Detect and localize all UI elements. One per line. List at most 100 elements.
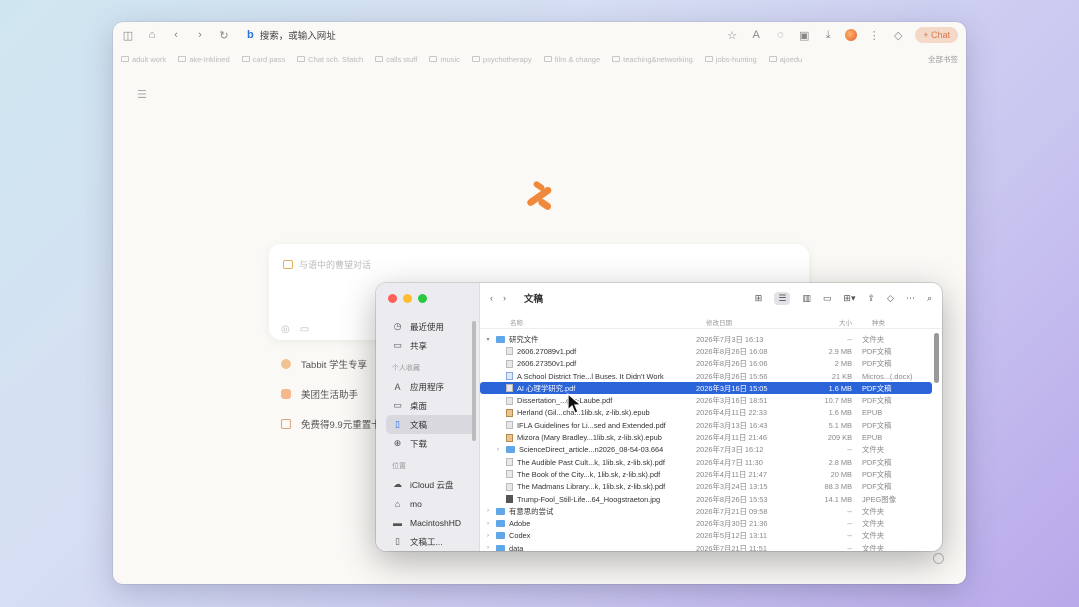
- promo-item[interactable]: 美团生活助手: [281, 379, 381, 409]
- file-row[interactable]: 2606.27350v1.pdf 2026年8月26日 16:06 2 MB PDF文…: [480, 358, 932, 370]
- forward-icon[interactable]: ›: [193, 28, 207, 42]
- bookmark-label: psychotherapy: [482, 54, 532, 64]
- sidebar-item[interactable]: ☁ iCloud 云盘: [386, 475, 476, 494]
- search-icon[interactable]: ⌕: [927, 293, 932, 304]
- bookmark-folder[interactable]: psychotherapy: [471, 54, 532, 64]
- bookmark-folder[interactable]: Chat sch. Sfatch: [297, 55, 363, 64]
- bookmark-folder[interactable]: ajoedu: [768, 55, 802, 64]
- chat-placeholder: 与语中的曹望对话: [299, 260, 372, 270]
- file-row[interactable]: › Codex 2026年5月12日 13:11 -- 文件夹: [480, 530, 932, 542]
- column-name[interactable]: 名称: [480, 317, 696, 328]
- globe-icon[interactable]: ◎: [281, 324, 290, 335]
- minimize-window-button[interactable]: [403, 294, 412, 303]
- bookmark-folder[interactable]: teaching&networking: [612, 55, 693, 64]
- zoom-window-button[interactable]: [418, 294, 427, 303]
- gallery-view-icon[interactable]: ▭: [823, 293, 832, 304]
- bulb-icon[interactable]: ◇: [891, 28, 905, 42]
- list-icon[interactable]: ☰: [137, 88, 147, 101]
- sidebar-item[interactable]: ◷ 最近使用: [386, 317, 476, 336]
- all-bookmarks-label: 全部书签: [928, 54, 958, 64]
- file-row[interactable]: IFLA Guidelines for Li...sed and Extende…: [480, 419, 932, 431]
- sidebar-item[interactable]: ▯ 文稿: [386, 415, 476, 434]
- file-row[interactable]: › data 2026年7月21日 11:51 -- 文件夹: [480, 542, 932, 551]
- sidebar-item[interactable]: ▯ 文稿工...: [386, 532, 476, 551]
- bookmark-folder[interactable]: calls stuff: [375, 55, 417, 64]
- file-kind: Micros...(.docx): [862, 371, 913, 381]
- file-row[interactable]: Dissertation_...ger-Laube.pdf 2026年3月16日 …: [480, 394, 932, 406]
- promo-item[interactable]: 免费得9.9元重置卡: [281, 409, 381, 439]
- file-row[interactable]: › Adobe 2026年3月30日 21:36 -- 文件夹: [480, 517, 932, 529]
- download-icon[interactable]: ⤓: [821, 28, 835, 42]
- bookmark-folder[interactable]: adult work: [121, 55, 166, 64]
- sidebar-scrollbar[interactable]: [472, 321, 476, 441]
- icon-view-icon[interactable]: ⊞: [755, 293, 763, 304]
- disclosure-icon[interactable]: ›: [494, 447, 502, 453]
- profile-avatar[interactable]: [845, 29, 858, 41]
- column-size[interactable]: 大小: [804, 317, 852, 328]
- file-list-scrollbar[interactable]: [934, 333, 939, 383]
- bookmark-folder[interactable]: music: [429, 55, 460, 64]
- chat-button[interactable]: + Chat: [915, 27, 958, 43]
- disclosure-icon[interactable]: ›: [484, 508, 492, 514]
- sidebar-item[interactable]: ⊕ 下载: [386, 434, 476, 453]
- file-row[interactable]: The Audible Past Cult...k, 1lib.sk, z-li…: [480, 456, 932, 468]
- share-icon[interactable]: ⇪: [867, 293, 875, 304]
- tag-icon[interactable]: ◇: [887, 293, 894, 304]
- sidebar-item[interactable]: ▬ MacintoshHD: [386, 513, 476, 532]
- file-name: A School District Trie...l Buses. It Did…: [517, 371, 664, 381]
- disclosure-icon[interactable]: ›: [484, 521, 492, 527]
- forward-icon[interactable]: ›: [503, 293, 506, 303]
- star-icon[interactable]: ☆: [725, 28, 739, 42]
- sidebar-panel-icon[interactable]: ◫: [121, 28, 135, 42]
- bookmark-label: calls stuff: [386, 54, 418, 64]
- file-row[interactable]: Trump-Fool_Still-Life...64_Hoogstraeton.…: [480, 493, 932, 505]
- bookmark-folder[interactable]: card pass: [241, 55, 285, 64]
- sidebar-item[interactable]: ▭ 桌面: [386, 396, 476, 415]
- bookmark-folder[interactable]: ake-Inklined: [178, 55, 230, 64]
- home-icon[interactable]: ⌂: [145, 28, 159, 42]
- location-icon[interactable]: ◌: [773, 28, 787, 42]
- sidebar-item[interactable]: ⌂ mo: [386, 494, 476, 513]
- list-view-icon[interactable]: ☰: [774, 291, 791, 305]
- group-icon[interactable]: ⊞▾: [843, 293, 855, 304]
- column-view-icon[interactable]: ▥: [802, 293, 811, 304]
- file-row[interactable]: Herland (Gil...cha...1lib.sk, z-lib.sk).…: [480, 407, 932, 419]
- disclosure-icon[interactable]: ›: [484, 545, 492, 551]
- settings-icon[interactable]: [933, 553, 944, 564]
- close-window-button[interactable]: [388, 294, 397, 303]
- file-row[interactable]: The Book of the City...k, 1lib.sk, z-lib…: [480, 468, 932, 480]
- attach-icon[interactable]: ▭: [300, 324, 309, 335]
- column-date[interactable]: 修改日期: [696, 317, 804, 328]
- file-row[interactable]: › ScienceDirect_article...n2026_08-54-03.…: [480, 444, 932, 456]
- back-icon[interactable]: ‹: [490, 293, 493, 303]
- extension-icon[interactable]: ▣: [797, 28, 811, 42]
- sidebar-item[interactable]: A 应用程序: [386, 377, 476, 396]
- file-row[interactable]: ▾ 研究文件 2026年7月3日 16:13 -- 文件夹: [480, 333, 932, 345]
- file-row[interactable]: The Madmans Library...k, 1lib.sk, z-lib.…: [480, 481, 932, 493]
- file-row[interactable]: AI 心理学研究.pdf 2026年3月16日 15:05 1.6 MB PDF文稿: [480, 382, 932, 395]
- menu-icon[interactable]: ⋮: [867, 28, 881, 42]
- file-row[interactable]: 2606.27089v1.pdf 2026年8月26日 16:08 2.9 MB PD…: [480, 345, 932, 357]
- file-kind: 文件夹: [862, 334, 885, 344]
- address-bar[interactable]: b 搜索，或输入网址: [247, 28, 715, 42]
- bookmark-folder[interactable]: jobs-hunting: [704, 55, 757, 64]
- disclosure-icon[interactable]: ▾: [484, 336, 492, 343]
- sidebar-item-label: MacintoshHD: [410, 517, 462, 528]
- promo-item[interactable]: Tabbit 学生专享: [281, 349, 381, 379]
- back-icon[interactable]: ‹: [169, 28, 183, 42]
- bookmark-folder[interactable]: film & change: [543, 55, 600, 64]
- disclosure-icon[interactable]: ›: [484, 533, 492, 539]
- file-row[interactable]: A School District Trie...l Buses. It Did…: [480, 370, 932, 382]
- bookmark-label: Chat sch. Sfatch: [308, 54, 364, 64]
- file-kind: PDF文稿: [862, 469, 892, 479]
- all-bookmarks[interactable]: 全部书签: [928, 54, 958, 65]
- translate-icon[interactable]: A: [749, 28, 763, 42]
- more-icon[interactable]: ⋯: [906, 293, 915, 304]
- column-kind[interactable]: 种类: [852, 317, 912, 328]
- reload-icon[interactable]: ↻: [217, 28, 231, 42]
- file-row[interactable]: › 有意思的尝试 2026年7月21日 09:58 -- 文件夹: [480, 505, 932, 517]
- bing-icon: b: [247, 29, 254, 41]
- file-row[interactable]: Mizora (Mary Bradley...1lib.sk, z-lib.sk…: [480, 431, 932, 443]
- sidebar-item[interactable]: ▭ 共享: [386, 336, 476, 355]
- file-name: data: [509, 543, 524, 551]
